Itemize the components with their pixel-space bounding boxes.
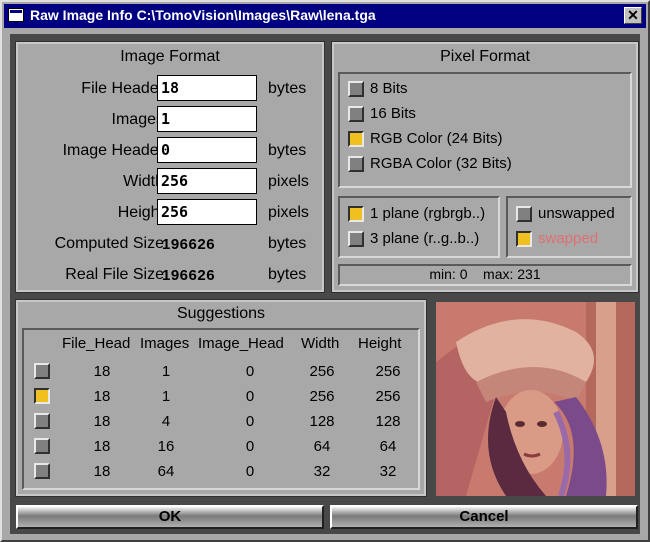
image-header-label: Image Header xyxy=(62,142,164,159)
one-plane-checkbox[interactable] xyxy=(348,206,364,222)
suggestion-checkbox[interactable] xyxy=(34,388,50,404)
three-plane-checkbox[interactable] xyxy=(348,231,364,247)
suggestions-panel: Suggestions File_Head Images Image_Head … xyxy=(15,299,427,497)
table-cell: 1 xyxy=(161,363,171,380)
bits8-label: 8 Bits xyxy=(370,80,408,97)
table-cell: 32 xyxy=(313,463,331,480)
file-header-field[interactable]: 18 xyxy=(157,75,257,101)
table-cell: 256 xyxy=(309,363,335,380)
table-cell: 1 xyxy=(161,388,171,405)
table-cell: 128 xyxy=(309,413,335,430)
title-bar[interactable]: Raw Image Info C:\TomoVision\Images\Raw\… xyxy=(4,4,646,28)
table-cell: 64 xyxy=(157,463,175,480)
table-cell: 256 xyxy=(309,388,335,405)
table-cell: 256 xyxy=(375,388,401,405)
bits16-checkbox[interactable] xyxy=(348,106,364,122)
min-max-readout: min: 0 max: 231 xyxy=(338,264,632,286)
bits16-label: 16 Bits xyxy=(370,105,416,122)
rgb24-label: RGB Color (24 Bits) xyxy=(370,130,503,147)
image-header-field[interactable]: 0 xyxy=(157,137,257,163)
image-format-panel: Image Format File Header 18 bytes Images… xyxy=(15,41,325,293)
table-cell: 18 xyxy=(93,388,111,405)
real-size-unit: bytes xyxy=(268,266,307,283)
real-size-label: Real File Size xyxy=(65,266,164,283)
table-cell: 0 xyxy=(245,463,255,480)
computed-size-unit: bytes xyxy=(268,235,307,252)
bit-depth-group: 8 Bits 16 Bits RGB Color (24 Bits) RGBA … xyxy=(338,72,632,188)
table-cell: 18 xyxy=(93,438,111,455)
swapped-checkbox[interactable] xyxy=(516,231,532,247)
suggestions-title: Suggestions xyxy=(176,305,266,322)
table-cell: 0 xyxy=(245,363,255,380)
raw-image-info-window: Raw Image Info C:\TomoVision\Images\Raw\… xyxy=(0,0,650,542)
computed-size-label: Computed Size xyxy=(54,235,164,252)
rgba32-checkbox[interactable] xyxy=(348,156,364,172)
image-format-title: Image Format xyxy=(120,48,220,65)
suggestion-checkbox[interactable] xyxy=(34,363,50,379)
table-cell: 18 xyxy=(93,363,111,380)
col-image-head: Image_Head xyxy=(198,335,284,352)
width-unit: pixels xyxy=(268,173,309,190)
cancel-button[interactable]: Cancel xyxy=(330,505,638,529)
table-cell: 0 xyxy=(245,388,255,405)
col-height: Height xyxy=(358,335,402,352)
suggestions-table: File_Head Images Image_Head Width Height… xyxy=(22,328,420,490)
unswapped-checkbox[interactable] xyxy=(516,206,532,222)
three-plane-label: 3 plane (r..g..b..) xyxy=(370,230,480,247)
table-cell: 0 xyxy=(245,413,255,430)
table-cell: 128 xyxy=(375,413,401,430)
rgba32-label: RGBA Color (32 Bits) xyxy=(370,155,512,172)
plane-group: 1 plane (rgbrgb..) 3 plane (r..g..b..) xyxy=(338,196,500,258)
pixel-format-title: Pixel Format xyxy=(440,48,530,65)
table-cell: 16 xyxy=(157,438,175,455)
preview-illustration xyxy=(436,302,635,496)
table-cell: 18 xyxy=(93,463,111,480)
ok-button[interactable]: OK xyxy=(16,505,324,529)
swapped-label: swapped xyxy=(538,230,599,247)
table-cell: 18 xyxy=(93,413,111,430)
rgb24-checkbox[interactable] xyxy=(348,131,364,147)
table-cell: 64 xyxy=(379,438,397,455)
close-button[interactable]: ✕ xyxy=(624,7,642,24)
one-plane-label: 1 plane (rgbrgb..) xyxy=(370,205,486,222)
col-width: Width xyxy=(301,335,340,352)
table-cell: 32 xyxy=(379,463,397,480)
table-cell: 256 xyxy=(375,363,401,380)
file-header-unit: bytes xyxy=(268,80,307,97)
computed-size-value: 196626 xyxy=(162,236,216,253)
pixel-format-panel: Pixel Format 8 Bits 16 Bits RGB Color (2… xyxy=(331,41,639,293)
width-field[interactable]: 256 xyxy=(157,168,257,194)
unswapped-label: unswapped xyxy=(538,205,615,222)
bits8-checkbox[interactable] xyxy=(348,81,364,97)
height-unit: pixels xyxy=(268,204,309,221)
suggestion-checkbox[interactable] xyxy=(34,413,50,429)
height-field[interactable]: 256 xyxy=(157,199,257,225)
col-file-head: File_Head xyxy=(62,335,131,352)
file-header-label: File Header xyxy=(81,80,164,97)
suggestion-checkbox[interactable] xyxy=(34,438,50,454)
swap-group: unswapped swapped xyxy=(506,196,632,258)
images-field[interactable]: 1 xyxy=(157,106,257,132)
window-title: Raw Image Info C:\TomoVision\Images\Raw\… xyxy=(30,7,376,23)
suggestion-checkbox[interactable] xyxy=(34,463,50,479)
real-size-value: 196626 xyxy=(162,267,216,284)
col-images: Images xyxy=(140,335,190,352)
table-cell: 64 xyxy=(313,438,331,455)
image-header-unit: bytes xyxy=(268,142,307,159)
table-cell: 0 xyxy=(245,438,255,455)
window-icon[interactable] xyxy=(8,8,24,22)
table-cell: 4 xyxy=(161,413,171,430)
image-preview xyxy=(436,302,635,496)
